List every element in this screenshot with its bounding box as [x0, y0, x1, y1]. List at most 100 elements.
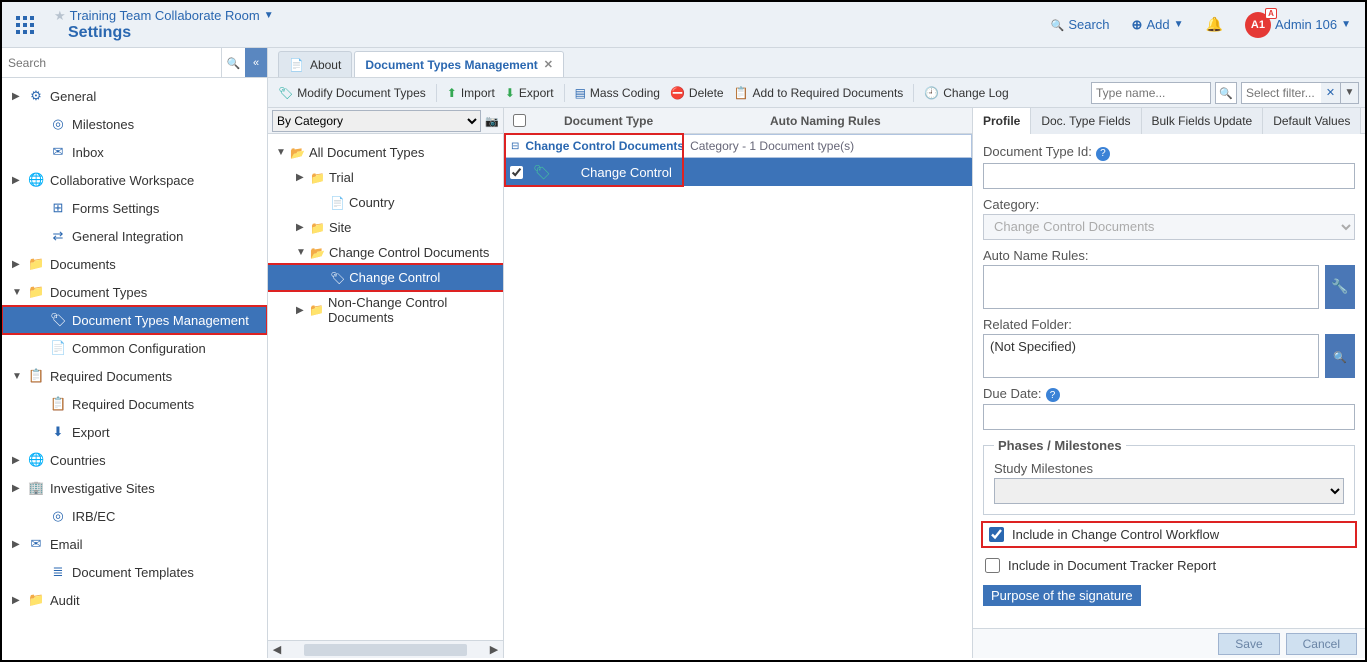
tree-node-site[interactable]: ▶📁Site — [268, 215, 503, 240]
col-auto-naming-rules[interactable]: Auto Naming Rules — [764, 114, 972, 128]
tree-root[interactable]: ▼📂All Document Types — [268, 140, 503, 165]
sidebar-item-common-configuration[interactable]: 📄Common Configuration — [2, 334, 267, 362]
cancel-button[interactable]: Cancel — [1286, 633, 1357, 655]
tag-icon: 🏷 — [278, 86, 293, 100]
global-search[interactable]: Search — [1051, 17, 1110, 32]
tab-default-values[interactable]: Default Values — [1263, 108, 1361, 134]
close-icon[interactable]: ✕ — [544, 58, 553, 71]
label-document-type-id: Document Type Id:? — [983, 144, 1355, 161]
tree-node-change-control-documents[interactable]: ▼📂Change Control Documents — [268, 240, 503, 265]
bell-icon — [1206, 16, 1223, 33]
related-folder-box[interactable]: (Not Specified) — [983, 334, 1319, 378]
sidebar-item-milestones[interactable]: ◎Milestones — [2, 110, 267, 138]
add-required-documents-button[interactable]: 📋Add to Required Documents — [730, 86, 908, 100]
tree-horizontal-scrollbar[interactable]: ◀▶ — [268, 640, 503, 658]
delete-button[interactable]: ⛔Delete — [666, 86, 728, 100]
configure-auto-name-button[interactable]: 🔧 — [1325, 265, 1355, 309]
sidebar-item-document-types[interactable]: ▼📁Document Types — [2, 278, 267, 306]
tab-about[interactable]: 📄About — [278, 51, 352, 77]
sidebar-item-countries[interactable]: ▶🌐Countries — [2, 446, 267, 474]
tag-icon: 🏷 — [533, 164, 551, 181]
select-all-checkbox[interactable] — [513, 114, 526, 127]
nav-label: Required Documents — [50, 369, 172, 384]
node-icon: 📁 — [310, 171, 325, 185]
sidebar-item-investigative-sites[interactable]: ▶🏢Investigative Sites — [2, 474, 267, 502]
sidebar-item-document-templates[interactable]: ≣Document Templates — [2, 558, 267, 586]
chevron-icon: ▼ — [12, 371, 22, 382]
search-icon — [227, 55, 241, 70]
notifications[interactable] — [1206, 16, 1223, 33]
grid-row[interactable]: 🏷 Change Control — [504, 158, 972, 186]
sidebar-item-required-documents[interactable]: ▼📋Required Documents — [2, 362, 267, 390]
collapse-sidebar-button[interactable]: « — [245, 48, 267, 77]
col-document-type[interactable]: Document Type — [534, 114, 764, 128]
change-log-button[interactable]: 🕘Change Log — [920, 86, 1012, 100]
search-icon — [1333, 348, 1347, 364]
help-icon[interactable]: ? — [1096, 147, 1110, 161]
nav-icon: ◎ — [50, 116, 66, 132]
nav-label: Collaborative Workspace — [50, 173, 194, 188]
tree-node-non-change-control-documents[interactable]: ▶📁Non-Change Control Documents — [268, 290, 503, 330]
node-icon: 📄 — [330, 196, 345, 210]
auto-name-rules-box[interactable] — [983, 265, 1319, 309]
sidebar-item-export[interactable]: ⬇Export — [2, 418, 267, 446]
modify-document-types-button[interactable]: 🏷Modify Document Types — [274, 86, 430, 100]
tab-bulk-fields-update[interactable]: Bulk Fields Update — [1142, 108, 1264, 134]
sidebar-item-email[interactable]: ▶✉Email — [2, 530, 267, 558]
detail-tabs: Profile Doc. Type Fields Bulk Fields Upd… — [973, 108, 1365, 134]
filter-input[interactable] — [1241, 82, 1321, 104]
type-name-search-button[interactable] — [1215, 82, 1237, 104]
clock-icon: 🕘 — [924, 86, 939, 100]
node-label: Change Control Documents — [329, 245, 489, 260]
top-bar: ★Training Team Collaborate Room▼ Setting… — [2, 2, 1365, 48]
sidebar-item-audit[interactable]: ▶📁Audit — [2, 586, 267, 614]
user-menu[interactable]: A1A Admin 106▼ — [1245, 12, 1351, 38]
tab-document-types-management[interactable]: Document Types Management✕ — [354, 51, 564, 77]
sidebar-item-general[interactable]: ▶⚙General — [2, 82, 267, 110]
include-change-control-row[interactable]: Include in Change Control Workflow — [983, 523, 1355, 546]
grid-group-row[interactable]: ⊟ Change Control Documents Category - 1 … — [504, 134, 972, 158]
document-type-id-input[interactable] — [983, 163, 1355, 189]
sidebar-item-collaborative-workspace[interactable]: ▶🌐Collaborative Workspace — [2, 166, 267, 194]
tree-node-trial[interactable]: ▶📁Trial — [268, 165, 503, 190]
nav-label: Document Types Management — [72, 313, 249, 328]
include-tracker-report-row[interactable]: Include in Document Tracker Report — [983, 554, 1355, 577]
sidebar-search-button[interactable] — [221, 48, 245, 77]
apps-launcher-icon[interactable] — [16, 16, 34, 34]
row-checkbox[interactable] — [510, 166, 523, 179]
filter-dropdown-button[interactable]: ▼ — [1341, 82, 1359, 104]
sidebar-item-inbox[interactable]: ✉Inbox — [2, 138, 267, 166]
sidebar-item-general-integration[interactable]: ⇄General Integration — [2, 222, 267, 250]
nav-icon: 📁 — [28, 592, 44, 608]
export-button[interactable]: ⬇Export — [501, 86, 558, 100]
browse-folder-button[interactable] — [1325, 334, 1355, 378]
study-milestones-select[interactable] — [994, 478, 1344, 504]
import-button[interactable]: ⬆Import — [443, 86, 499, 100]
help-icon[interactable]: ? — [1046, 388, 1060, 402]
mass-coding-button[interactable]: ▤Mass Coding — [571, 86, 664, 100]
sidebar-item-documents[interactable]: ▶📁Documents — [2, 250, 267, 278]
chevron-icon: ▶ — [296, 305, 305, 316]
sidebar-search-input[interactable] — [2, 52, 221, 74]
save-button[interactable]: Save — [1218, 633, 1279, 655]
sidebar-item-irb-ec[interactable]: ◎IRB/EC — [2, 502, 267, 530]
sidebar-item-document-types-management[interactable]: 🏷 Document Types Management — [2, 306, 267, 334]
tree-view-mode-select[interactable]: By Category — [272, 110, 481, 132]
nav-icon: 🏷 — [50, 312, 66, 328]
tab-profile[interactable]: Profile — [973, 108, 1031, 134]
include-change-control-checkbox[interactable] — [989, 527, 1004, 542]
type-name-input[interactable] — [1091, 82, 1211, 104]
sidebar-item-required-documents[interactable]: 📋Required Documents — [2, 390, 267, 418]
sidebar-item-forms-settings[interactable]: ⊞Forms Settings — [2, 194, 267, 222]
tree-node-change-control[interactable]: 🏷Change Control — [268, 265, 503, 290]
add-menu[interactable]: ⊕Add▼ — [1132, 17, 1184, 33]
tab-doc-type-fields[interactable]: Doc. Type Fields — [1031, 108, 1141, 134]
snapshot-icon[interactable] — [485, 113, 499, 128]
node-label: Change Control — [349, 270, 440, 285]
tree-node-country[interactable]: 📄Country — [268, 190, 503, 215]
clear-filter-button[interactable]: ✕ — [1321, 82, 1341, 104]
due-date-input[interactable] — [983, 404, 1355, 430]
include-tracker-report-checkbox[interactable] — [985, 558, 1000, 573]
chevron-icon: ▶ — [296, 222, 306, 233]
room-title[interactable]: ★Training Team Collaborate Room▼ Setting… — [54, 8, 274, 42]
